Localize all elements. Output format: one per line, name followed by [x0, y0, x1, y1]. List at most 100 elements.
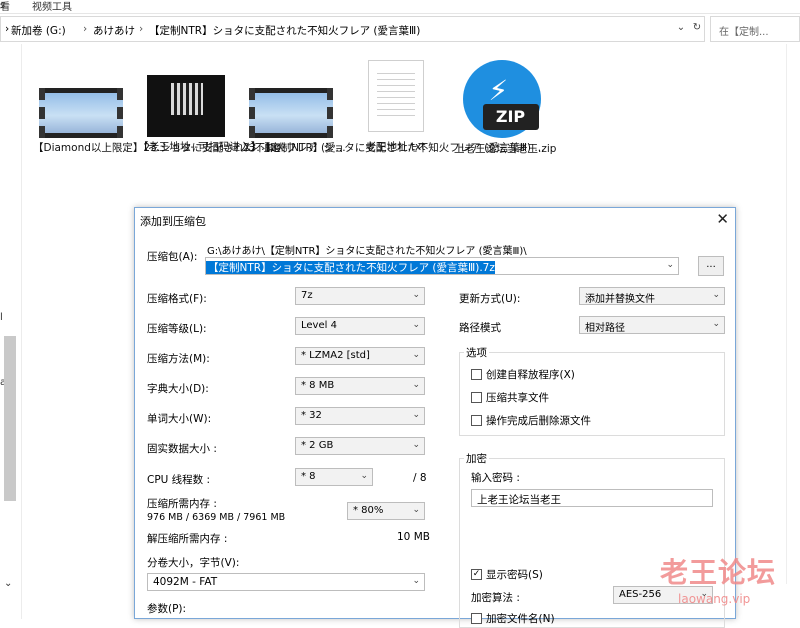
volume-size-combobox[interactable]: 4092M - FAT ⌄ — [147, 573, 425, 591]
drive-icon: › — [5, 23, 10, 35]
cpu-threads-select[interactable]: * 8 ⌄ — [295, 468, 373, 486]
chevron-right-icon: › — [83, 23, 88, 35]
format-select[interactable]: 7z ⌄ — [295, 287, 425, 305]
word-size-value: * 32 — [301, 410, 322, 421]
content-scrollbar[interactable] — [786, 44, 800, 584]
chevron-down-icon: ⌄ — [412, 576, 420, 586]
chevron-down-icon: ⌄ — [712, 290, 720, 300]
path-mode-value: 相对路径 — [585, 323, 625, 334]
shared-files-label[interactable]: 压缩共享文件 — [486, 390, 549, 405]
path-mode-label: 路径模式 — [459, 322, 501, 334]
dropdown-history-icon[interactable]: ⌄ — [674, 16, 688, 42]
cpu-threads-max: / 8 — [413, 472, 427, 484]
method-label: 压缩方法(M): — [147, 353, 210, 365]
file-name: 23.【定制NTR】ショタに支配された不知火フレア (愛言葉Ⅲ) ... — [243, 142, 545, 154]
chevron-down-icon: ⌄ — [412, 350, 420, 360]
word-size-select[interactable]: * 32 ⌄ — [295, 407, 425, 425]
solid-size-select[interactable]: * 2 GB ⌄ — [295, 437, 425, 455]
cpu-threads-label: CPU 线程数 : — [147, 474, 211, 486]
qr-code-thumbnail — [146, 75, 225, 137]
parameters-label: 参数(P): — [147, 603, 187, 615]
update-mode-value: 添加并替换文件 — [585, 294, 655, 305]
level-select[interactable]: Level 4 ⌄ — [295, 317, 425, 335]
memory-usage-select[interactable]: * 80% ⌄ — [347, 502, 425, 520]
nav-marker: s — [0, 0, 6, 11]
delete-after-checkbox[interactable] — [471, 415, 482, 426]
decompress-memory-value: 10 MB — [397, 531, 430, 543]
shared-files-checkbox[interactable] — [471, 392, 482, 403]
memory-usage-value: * 80% — [353, 505, 384, 516]
solid-size-value: * 2 GB — [301, 440, 334, 451]
dialog-title: 添加到压缩包 — [140, 215, 206, 228]
nav-marker: l — [0, 312, 3, 323]
navigation-pane[interactable] — [0, 44, 22, 619]
volume-label: 分卷大小，字节(V): — [147, 557, 240, 569]
breadcrumb-folder[interactable]: あけあけ — [93, 23, 135, 38]
search-placeholder: 在【定制... — [719, 27, 769, 38]
path-mode-select[interactable]: 相对路径 ⌄ — [579, 316, 725, 334]
memory-detail: 976 MB / 6369 MB / 7961 MB — [147, 512, 286, 523]
method-select[interactable]: * LZMA2 [std] ⌄ — [295, 347, 425, 365]
file-item-zip[interactable]: ⚡ ZIP 上老王论坛当老王.zip — [454, 60, 557, 156]
show-password-checkbox[interactable]: ✓ — [471, 569, 482, 580]
file-item-image[interactable]: 【老王地址--可扫码进入】.jpg — [138, 75, 281, 154]
sfx-label[interactable]: 创建自释放程序(X) — [486, 367, 575, 382]
encryption-method-label: 加密算法 : — [471, 592, 520, 604]
method-value: * LZMA2 [std] — [301, 350, 370, 361]
update-mode-select[interactable]: 添加并替换文件 ⌄ — [579, 287, 725, 305]
watermark-logo: 老王论坛 — [660, 556, 777, 589]
file-item-text[interactable]: 老王地址.txt — [348, 60, 443, 154]
scroll-down-icon[interactable]: ⌄ — [4, 578, 12, 589]
chevron-down-icon: ⌄ — [360, 471, 368, 481]
archive-name-input[interactable]: 【定制NTR】ショタに支配された不知火フレア (愛言葉Ⅲ).7z ⌄ — [205, 257, 679, 275]
file-item-video[interactable]: 23.【定制NTR】ショタに支配された不知火フレア (愛言葉Ⅲ) ... — [243, 88, 545, 155]
update-mode-label: 更新方式(U): — [459, 293, 521, 305]
chevron-down-icon: ⌄ — [412, 320, 420, 330]
video-thumbnail — [248, 88, 333, 138]
dialog-titlebar: 添加到压缩包 ✕ — [135, 208, 735, 232]
ribbon-tab-video-tools[interactable]: 视频工具 — [32, 0, 72, 13]
format-value: 7z — [301, 290, 313, 301]
encryption-method-value: AES-256 — [619, 589, 662, 600]
encryption-group-title: 加密 — [464, 451, 489, 466]
delete-after-label[interactable]: 操作完成后删除源文件 — [486, 413, 591, 428]
file-name: 【老王地址--可扫码进入】.jpg — [138, 141, 281, 153]
zip-archive-icon: ⚡ ZIP — [462, 60, 541, 138]
word-size-label: 单词大小(W): — [147, 413, 212, 425]
decompress-memory-label: 解压缩所需内存 : — [147, 533, 228, 545]
watermark-url: laowang.vip — [678, 592, 751, 606]
dictionary-select[interactable]: * 8 MB ⌄ — [295, 377, 425, 395]
browse-button[interactable]: ... — [698, 256, 724, 276]
breadcrumb-drive[interactable]: 新加卷 (G:) — [11, 23, 66, 38]
breadcrumb-current-folder[interactable]: 【定制NTR】ショタに支配された不知火フレア (愛言葉Ⅲ) — [149, 23, 420, 38]
close-icon[interactable]: ✕ — [716, 210, 729, 228]
search-input[interactable]: 在【定制... — [710, 16, 800, 42]
address-bar[interactable]: › 新加卷 (G:) › あけあけ › 【定制NTR】ショタに支配された不知火フ… — [0, 16, 705, 42]
nav-scrollbar-thumb[interactable] — [4, 336, 16, 501]
chevron-down-icon: ⌄ — [712, 319, 720, 329]
file-name: 上老王论坛当老王.zip — [454, 143, 557, 155]
dictionary-value: * 8 MB — [301, 380, 335, 391]
level-label: 压缩等级(L): — [147, 323, 207, 335]
archive-label: 压缩包(A): — [147, 251, 198, 263]
solid-size-label: 固实数据大小 : — [147, 443, 217, 455]
video-thumbnail — [38, 88, 123, 138]
password-input[interactable]: 上老王论坛当老王 — [471, 489, 713, 507]
chevron-down-icon: ⌄ — [412, 290, 420, 300]
chevron-down-icon: ⌄ — [412, 440, 420, 450]
options-group-title: 选项 — [464, 345, 489, 360]
chevron-down-icon: ⌄ — [412, 380, 420, 390]
chevron-down-icon: ⌄ — [412, 410, 420, 420]
archive-path: G:\あけあけ\【定制NTR】ショタに支配された不知火フレア (愛言葉Ⅲ)\ — [207, 246, 527, 257]
volume-size-value: 4092M - FAT — [153, 576, 218, 588]
chevron-down-icon: ⌄ — [666, 260, 674, 270]
show-password-label[interactable]: 显示密码(S) — [486, 567, 543, 582]
format-label: 压缩格式(F): — [147, 293, 207, 305]
file-item-video[interactable]: 【Diamond以上限定】23.ショタに支配された不知火フレア (愛... — [33, 88, 346, 155]
refresh-icon[interactable]: ↻ — [690, 16, 704, 42]
file-name: 老王地址.txt — [365, 141, 426, 153]
memory-label: 压缩所需内存 : — [147, 498, 217, 510]
level-value: Level 4 — [301, 320, 337, 331]
password-label: 输入密码 : — [471, 472, 520, 484]
sfx-checkbox[interactable] — [471, 369, 482, 380]
